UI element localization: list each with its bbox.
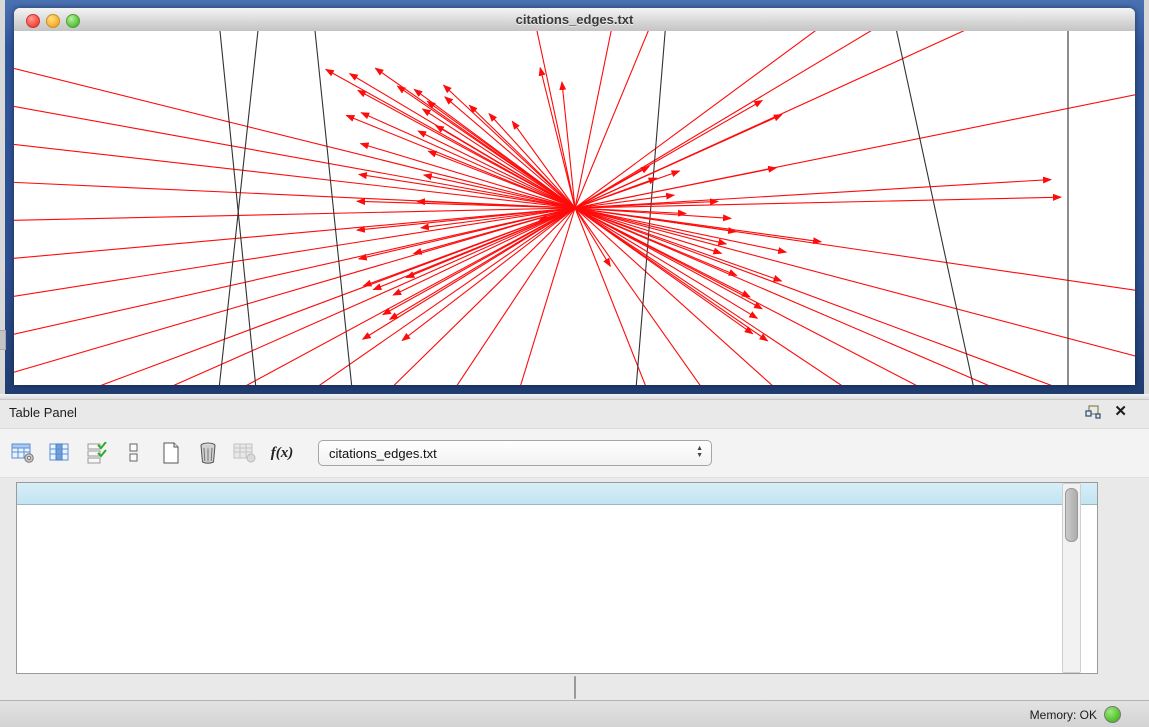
table-toolbar: f(x) citations_edges.txt ▲▼: [0, 428, 1149, 478]
network-edge: [14, 208, 575, 381]
table-tabs: [0, 676, 1149, 700]
network-window-titlebar[interactable]: citations_edges.txt: [14, 8, 1135, 32]
table-scrollbar[interactable]: [1062, 483, 1081, 673]
new-table-icon[interactable]: [157, 439, 185, 467]
network-edge: [214, 208, 575, 385]
network-edge: [636, 31, 666, 385]
network-window-title: citations_edges.txt: [14, 12, 1135, 27]
cytoscape-app: citations_edges.txt Table Panel ✕: [0, 0, 1149, 727]
dropdown-stepper-icon: ▲▼: [696, 445, 703, 459]
network-edge: [219, 31, 256, 385]
network-edge: [54, 208, 575, 385]
network-edge: [575, 100, 762, 208]
network-edge: [314, 31, 352, 385]
network-edge: [363, 208, 575, 339]
table-body: [17, 504, 1097, 673]
network-edge: [14, 101, 575, 208]
table-panel: Table Panel ✕: [0, 394, 1149, 700]
network-canvas[interactable]: [14, 31, 1135, 385]
network-edge: [575, 208, 762, 309]
network-view-frame: citations_edges.txt: [0, 0, 1149, 394]
table-selector-dropdown[interactable]: citations_edges.txt ▲▼: [318, 440, 712, 466]
network-edge: [575, 208, 714, 385]
float-panel-icon[interactable]: [1085, 405, 1101, 419]
table-selector-value: citations_edges.txt: [319, 446, 437, 461]
network-edge: [575, 115, 782, 208]
network-edge: [562, 82, 575, 208]
network-window: citations_edges.txt: [14, 8, 1135, 385]
close-panel-icon[interactable]: ✕: [1114, 402, 1127, 420]
network-edge: [575, 31, 654, 208]
network-edge: [418, 131, 575, 208]
function-builder-icon[interactable]: f(x): [268, 439, 296, 467]
table-header-row: [17, 483, 1097, 505]
rows-icon[interactable]: [120, 439, 148, 467]
network-edge: [361, 144, 575, 208]
network-edge: [514, 208, 575, 385]
memory-status-label: Memory: OK: [1030, 708, 1097, 722]
collapse-handle-icon[interactable]: [0, 330, 6, 350]
network-edge: [575, 208, 1104, 385]
table-settings-icon[interactable]: [9, 439, 37, 467]
right-panel-divider[interactable]: [1144, 0, 1149, 394]
select-columns-check-icon[interactable]: [83, 439, 111, 467]
status-bar: Memory: OK: [0, 700, 1149, 727]
network-edge: [894, 31, 974, 385]
table-panel-title: Table Panel: [9, 405, 77, 420]
memory-ok-indicator-icon[interactable]: [1104, 706, 1121, 723]
network-edge: [358, 90, 575, 208]
import-table-disabled-icon: [231, 439, 259, 467]
network-edge: [361, 113, 575, 208]
network-edge: [575, 31, 614, 208]
network-edge: [575, 31, 994, 208]
network-edge: [575, 208, 1135, 361]
network-edge: [363, 208, 575, 286]
node-table: [16, 482, 1098, 674]
table-panel-titlebar: Table Panel ✕: [0, 399, 1149, 426]
table-scrollbar-thumb[interactable]: [1065, 488, 1078, 542]
table-column-icon[interactable]: [46, 439, 74, 467]
delete-table-icon[interactable]: [194, 439, 222, 467]
